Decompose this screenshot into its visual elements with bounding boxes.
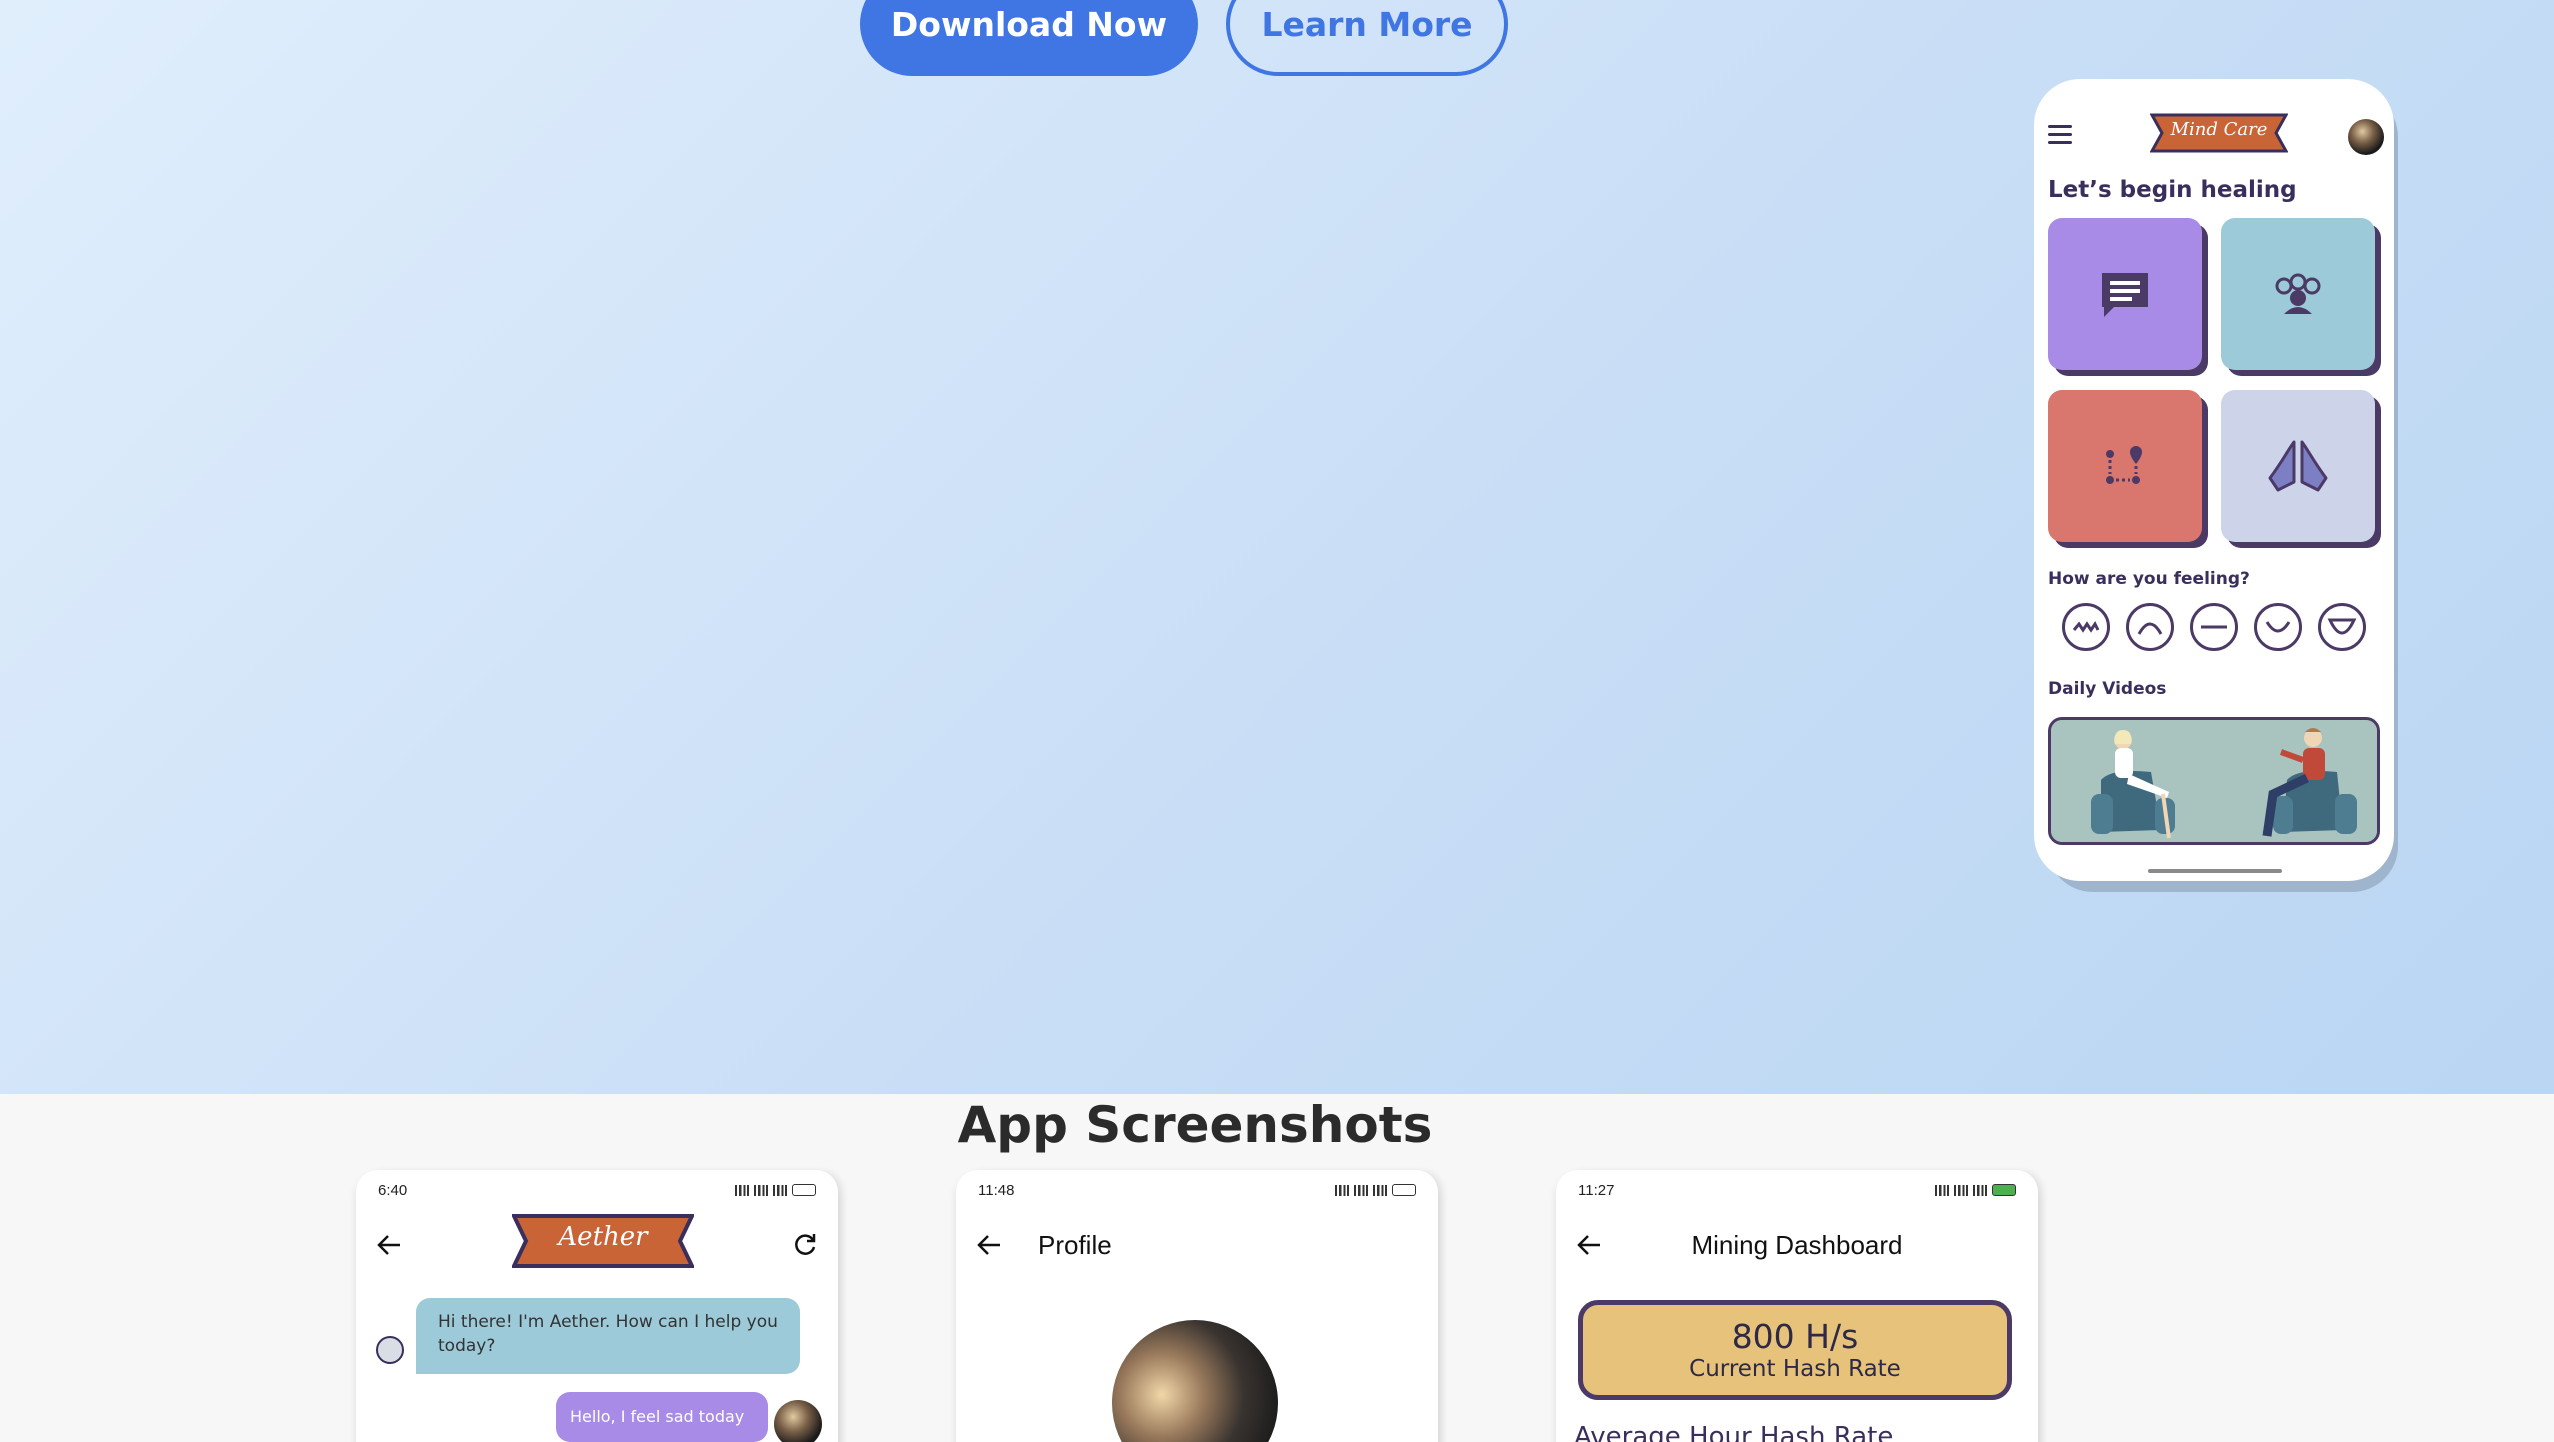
mind-care-logo-text: Mind Care (2170, 119, 2268, 140)
mood-happy-icon[interactable] (2254, 603, 2302, 651)
journey-tile[interactable] (2048, 390, 2202, 542)
screenshot-chat: 6:40 Aether Hi there! I'm Aether. How ca… (356, 1170, 838, 1442)
mood-very-sad-icon[interactable] (2062, 603, 2110, 651)
signal-icon (1354, 1184, 1368, 1196)
back-arrow-icon[interactable] (376, 1232, 402, 1258)
page-title: Mining Dashboard (1691, 1230, 1903, 1260)
signal-icon (1335, 1184, 1349, 1196)
status-time: 6:40 (378, 1182, 408, 1199)
download-now-button[interactable]: Download Now (860, 0, 1198, 76)
avatar[interactable] (2348, 119, 2384, 155)
bot-avatar-icon (376, 1336, 404, 1364)
mood-neutral-icon[interactable] (2190, 603, 2238, 651)
wifi-icon (773, 1184, 787, 1196)
status-bar-icons (1935, 1184, 2016, 1196)
daily-video-thumbnail[interactable] (2048, 717, 2380, 845)
status-bar-icons (1335, 1184, 1416, 1196)
signal-icon (754, 1184, 768, 1196)
hash-rate-label: Current Hash Rate (1689, 1356, 1901, 1382)
aether-logo-text: Aether (558, 1222, 648, 1252)
back-arrow-icon[interactable] (976, 1232, 1002, 1258)
screenshot-profile: 11:48 Profile (956, 1170, 1438, 1442)
status-time: 11:27 (1578, 1182, 1615, 1199)
mood-very-happy-icon[interactable] (2318, 603, 2366, 651)
page-title: Profile (1038, 1230, 1112, 1260)
chat-tile[interactable] (2048, 218, 2202, 370)
hash-rate-value: 800 H/s (1731, 1317, 1859, 1356)
praying-hands-icon (2268, 440, 2328, 492)
aether-logo: Aether (510, 1212, 696, 1270)
prayer-tile[interactable] (2221, 390, 2375, 542)
section-title: App Screenshots (957, 1096, 1433, 1154)
home-indicator (2148, 869, 2282, 873)
daily-videos-label: Daily Videos (2048, 679, 2167, 699)
wifi-icon (1973, 1184, 1987, 1196)
status-bar-icons (735, 1184, 816, 1196)
user-avatar (774, 1400, 822, 1442)
map-pins-icon (2106, 446, 2142, 484)
wifi-icon (1373, 1184, 1387, 1196)
refresh-icon[interactable] (792, 1232, 818, 1258)
mood-sad-icon[interactable] (2126, 603, 2174, 651)
mind-care-logo: Mind Care (2149, 111, 2289, 155)
community-icon (2275, 273, 2321, 314)
status-time: 11:48 (978, 1182, 1015, 1199)
hamburger-menu-icon[interactable] (2048, 125, 2072, 145)
battery-icon (1392, 1184, 1416, 1196)
hash-rate-card: 800 H/s Current Hash Rate (1578, 1300, 2012, 1400)
user-message: Hello, I feel sad today (556, 1392, 768, 1442)
page-title: Let’s begin healing (2048, 177, 2297, 203)
battery-icon (1992, 1184, 2016, 1196)
hero-section: Download Now Learn More Mind Care Let’s … (0, 0, 2554, 1094)
battery-icon (792, 1184, 816, 1196)
signal-icon (1935, 1184, 1949, 1196)
profile-avatar[interactable] (1112, 1320, 1278, 1442)
community-tile[interactable] (2221, 218, 2375, 370)
mood-question: How are you feeling? (2048, 569, 2250, 589)
chat-icon (2102, 273, 2148, 317)
bot-message: Hi there! I'm Aether. How can I help you… (416, 1298, 800, 1374)
learn-more-button[interactable]: Learn More (1226, 0, 1508, 76)
mind-care-phone-mockup: Mind Care Let’s begin healing How are yo… (2034, 79, 2394, 881)
signal-icon (735, 1184, 749, 1196)
signal-icon (1954, 1184, 1968, 1196)
average-hash-rate-heading: Average Hour Hash Rate (1574, 1422, 1894, 1442)
screenshot-mining: 11:27 Mining Dashboard 800 H/s Current H… (1556, 1170, 2038, 1442)
